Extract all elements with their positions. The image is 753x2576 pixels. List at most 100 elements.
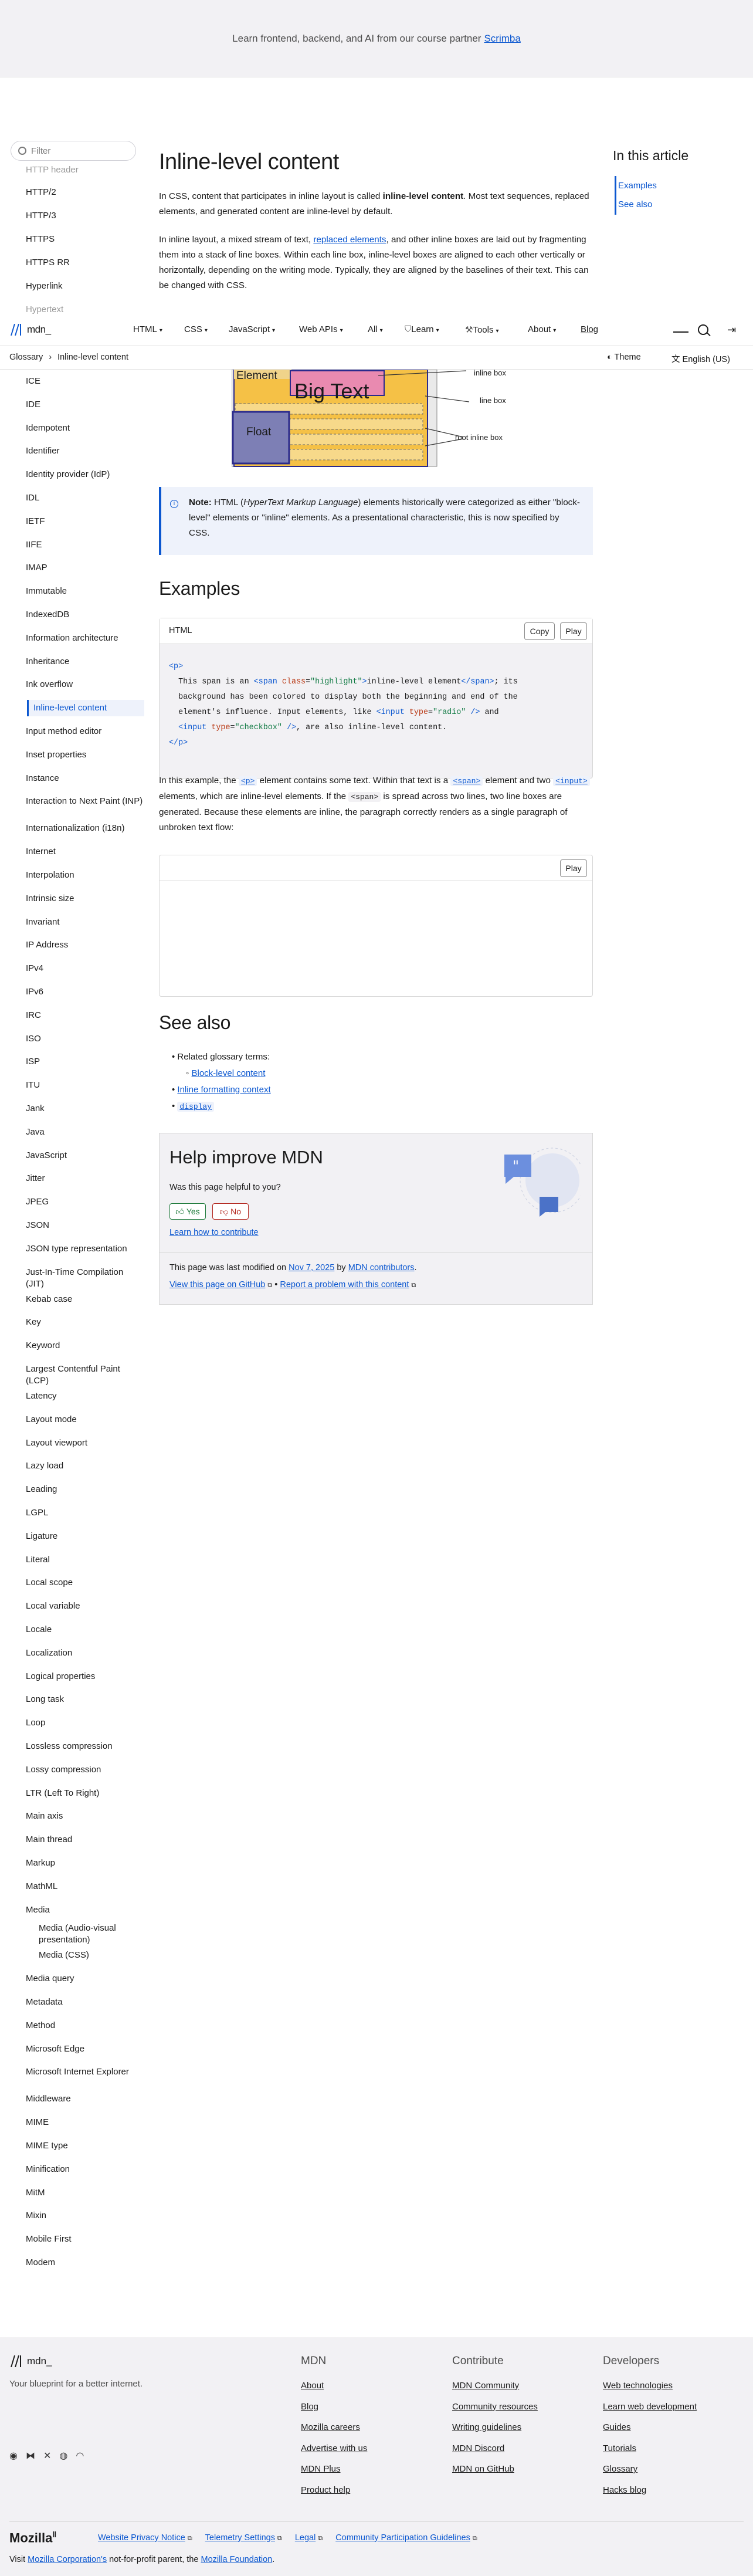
sidebar-item[interactable]: IRC — [26, 1010, 143, 1021]
footer-link[interactable]: Learn web development — [603, 2402, 697, 2412]
footer-link[interactable]: Writing guidelines — [452, 2422, 521, 2432]
sidebar-item[interactable]: Jitter — [26, 1173, 143, 1184]
sidebar-item[interactable]: Metadata — [26, 1996, 143, 2008]
sidebar-item[interactable]: Main axis — [26, 1810, 143, 1822]
footer-link[interactable]: Blog — [301, 2402, 318, 2412]
login-icon[interactable]: ⇥ — [727, 324, 736, 336]
footer-link[interactable]: MDN on GitHub — [452, 2464, 514, 2474]
github-link[interactable]: View this page on GitHub — [169, 1280, 265, 1289]
theme-toggle[interactable]: ◐ Theme — [607, 353, 641, 362]
footer-link[interactable]: Product help — [301, 2485, 350, 2495]
mdn-logo[interactable]: mdn_ — [9, 323, 51, 337]
code-link-p[interactable]: <p> — [238, 776, 257, 786]
sidebar-item[interactable]: ISP — [26, 1056, 143, 1068]
sidebar-item[interactable]: Main thread — [26, 1834, 143, 1846]
sidebar-item[interactable]: Minification — [26, 2164, 143, 2175]
nav-learn[interactable]: ⛉Learn ▾ — [405, 324, 439, 334]
sidebar-item[interactable]: MathML — [26, 1881, 143, 1893]
sidebar-filter-input[interactable]: Filter — [11, 141, 136, 161]
sidebar-item[interactable]: Just-In-Time Compilation (JIT) — [26, 1267, 143, 1290]
footer-link[interactable]: Tutorials — [603, 2443, 636, 2453]
promo-link[interactable]: Scrimba — [484, 33, 520, 45]
sidebar-item[interactable]: HTTPS RR — [26, 257, 70, 269]
sidebar-item[interactable]: IPv6 — [26, 986, 143, 998]
sidebar-item[interactable]: Lossy compression — [26, 1764, 143, 1776]
sidebar-item[interactable]: HTTP/3 — [26, 210, 56, 222]
play-button[interactable]: Play — [560, 859, 587, 877]
sidebar-item[interactable]: Mobile First — [26, 2233, 143, 2245]
sidebar-item[interactable]: Key — [26, 1316, 143, 1328]
sidebar-item[interactable]: Microsoft Internet Explorer — [26, 2066, 143, 2078]
toc-item-see-also[interactable]: See also — [618, 199, 652, 209]
sidebar-item[interactable]: Method — [26, 2020, 143, 2032]
sidebar-item[interactable]: Markup — [26, 1857, 143, 1869]
sidebar-item[interactable]: HTTPS — [26, 233, 55, 245]
footer-link[interactable]: MDN Discord — [452, 2443, 504, 2453]
search-field[interactable] — [673, 331, 688, 333]
sidebar-item[interactable]: Internet — [26, 846, 143, 858]
language-selector[interactable]: 文 English (US) — [671, 353, 730, 365]
sidebar-item[interactable]: Interpolation — [26, 869, 143, 881]
sidebar-item[interactable]: Hyperlink — [26, 280, 63, 292]
sidebar-item[interactable]: Internationalization (i18n) — [26, 822, 143, 834]
sidebar-item[interactable]: Largest Contentful Paint (LCP) — [26, 1363, 143, 1387]
sidebar-item[interactable]: ITU — [26, 1079, 143, 1091]
sidebar-item[interactable]: JPEG — [26, 1196, 143, 1208]
sidebar-item[interactable]: MIME — [26, 2117, 143, 2128]
sidebar-item[interactable]: MIME type — [26, 2140, 143, 2152]
copy-button[interactable]: Copy — [524, 622, 555, 640]
sidebar-item[interactable]: Invariant — [26, 916, 143, 928]
contributors-link[interactable]: MDN contributors — [348, 1263, 415, 1272]
legal-link[interactable]: Legal — [295, 2533, 316, 2543]
toc-item-examples[interactable]: Examples — [618, 181, 657, 191]
sidebar-item[interactable]: ISO — [26, 1033, 143, 1045]
sidebar-item[interactable]: Keyword — [26, 1340, 143, 1352]
sidebar-item[interactable]: Idempotent — [26, 422, 143, 434]
nav-all[interactable]: All ▾ — [368, 324, 383, 334]
sidebar-item[interactable]: Kebab case — [26, 1294, 143, 1305]
sidebar-item[interactable]: Long task — [26, 1694, 143, 1705]
breadcrumb-current[interactable]: Inline-level content — [57, 353, 128, 362]
sidebar-item[interactable]: Microsoft Edge — [26, 2043, 143, 2055]
sidebar-item[interactable]: Jank — [26, 1103, 143, 1115]
sidebar-item[interactable]: LTR (Left To Right) — [26, 1788, 143, 1799]
modified-date-link[interactable]: Nov 7, 2025 — [289, 1263, 334, 1272]
sidebar-item[interactable]: Identifier — [26, 445, 143, 457]
sidebar-item[interactable]: Lazy load — [26, 1460, 143, 1472]
footer-link[interactable]: Guides — [603, 2422, 631, 2432]
sidebar-item[interactable]: Localization — [26, 1647, 143, 1659]
footer-link[interactable]: About — [301, 2381, 324, 2391]
sidebar-item[interactable]: Local variable — [26, 1600, 143, 1612]
telemetry-link[interactable]: Telemetry Settings — [205, 2533, 275, 2543]
sidebar-item[interactable]: Layout viewport — [26, 1437, 143, 1449]
sidebar-item[interactable]: IPv4 — [26, 963, 143, 974]
sidebar-item[interactable]: Media — [26, 1904, 143, 1916]
footer-link[interactable]: MDN Plus — [301, 2464, 341, 2474]
code-link-input[interactable]: <input> — [553, 776, 590, 786]
nav-javascript[interactable]: JavaScript ▾ — [229, 324, 275, 334]
sidebar-item[interactable]: Logical properties — [26, 1671, 143, 1683]
footer-link[interactable]: Web technologies — [603, 2381, 673, 2391]
sidebar-item[interactable]: JavaScript — [26, 1150, 143, 1162]
sidebar-item[interactable]: Middleware — [26, 2093, 143, 2105]
mozilla-corp-link[interactable]: Mozilla Corporation's — [28, 2555, 107, 2564]
code-link-span[interactable]: <span> — [450, 776, 483, 786]
sidebar-item[interactable]: LGPL — [26, 1507, 143, 1519]
sidebar-item[interactable]: JSON — [26, 1220, 143, 1231]
sidebar-item[interactable]: Inset properties — [26, 749, 143, 761]
sidebar-item[interactable]: Hypertext — [26, 304, 63, 316]
sidebar-item[interactable]: IDL — [26, 492, 143, 504]
sidebar-item[interactable]: Media query — [26, 1973, 143, 1985]
inline-formatting-link[interactable]: Inline formatting context — [177, 1085, 270, 1095]
sidebar-item[interactable]: Local scope — [26, 1577, 143, 1589]
block-level-link[interactable]: Block-level content — [192, 1068, 266, 1078]
sidebar-item[interactable]: Intrinsic size — [26, 893, 143, 905]
sidebar-item[interactable]: IIFE — [26, 539, 143, 551]
github-icon[interactable]: ◉ — [9, 2450, 18, 2462]
mastodon-icon[interactable]: ◍ — [59, 2450, 67, 2462]
sidebar-item[interactable]: Lossless compression — [26, 1741, 143, 1752]
sidebar-item[interactable]: ICE — [26, 375, 143, 387]
sidebar-item[interactable]: Immutable — [26, 585, 143, 597]
contribute-link[interactable]: Learn how to contribute — [169, 1228, 259, 1237]
sidebar-item[interactable]: JSON type representation — [26, 1243, 143, 1255]
